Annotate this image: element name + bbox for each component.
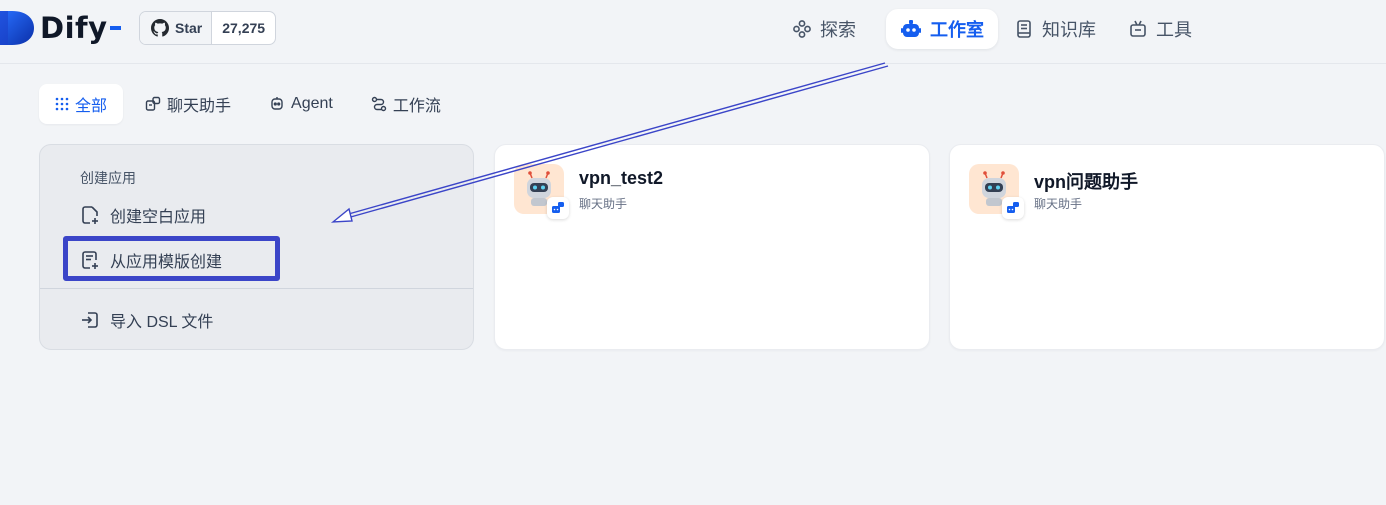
explore-icon xyxy=(793,20,811,38)
top-header: Dify Star 27,275 探索 工作室 知识库 工具 xyxy=(0,0,1386,64)
nav-item-knowledge[interactable]: 知识库 xyxy=(1000,9,1110,49)
tab-workflow[interactable]: 工作流 xyxy=(355,84,457,124)
tab-agent[interactable]: Agent xyxy=(253,84,349,124)
dify-logo-mark-icon xyxy=(0,11,34,45)
import-dsl-label: 导入 DSL 文件 xyxy=(110,314,214,331)
nav-item-studio-label: 工作室 xyxy=(930,20,984,40)
tab-all[interactable]: 全部 xyxy=(39,84,124,124)
tab-agent-label: Agent xyxy=(291,95,333,112)
chat-badge-icon xyxy=(1002,197,1024,219)
book-icon xyxy=(1017,20,1031,38)
create-app-title: 创建应用 xyxy=(80,170,136,186)
main-nav: 探索 工作室 知识库 工具 xyxy=(778,9,1206,49)
nav-item-tools[interactable]: 工具 xyxy=(1114,9,1206,49)
create-blank-app-button[interactable]: 创建空白应用 xyxy=(80,203,206,227)
logo-cursor xyxy=(109,26,121,30)
github-star-label-area[interactable]: Star xyxy=(140,12,213,44)
file-plus-icon xyxy=(82,206,98,224)
create-blank-app-label: 创建空白应用 xyxy=(110,209,207,226)
agent-icon xyxy=(271,97,283,110)
nav-item-tools-label: 工具 xyxy=(1156,20,1192,40)
app-type-tabs: 全部 聊天助手 Agent 工作流 xyxy=(39,84,457,124)
workflow-icon xyxy=(371,96,387,112)
nav-item-studio[interactable]: 工作室 xyxy=(886,9,998,49)
dify-logo-text: Dify xyxy=(40,11,108,45)
app-card[interactable]: vpn_test2 聊天助手 xyxy=(494,144,930,350)
nav-item-explore[interactable]: 探索 xyxy=(778,9,870,49)
tab-chat-assistant-label: 聊天助手 xyxy=(167,98,232,115)
app-name: vpn_test2 xyxy=(579,168,664,188)
create-card-divider xyxy=(40,288,473,289)
chat-badge-icon xyxy=(547,197,569,219)
app-card[interactable]: vpn问题助手 聊天助手 xyxy=(949,144,1385,350)
grid-icon xyxy=(55,97,69,111)
import-dsl-button[interactable]: 导入 DSL 文件 xyxy=(80,308,213,332)
app-type: 聊天助手 xyxy=(579,197,628,211)
robot-icon xyxy=(901,20,921,37)
github-star-count[interactable]: 27,275 xyxy=(212,12,275,44)
github-icon xyxy=(151,19,169,37)
tab-workflow-label: 工作流 xyxy=(392,98,441,115)
import-icon xyxy=(82,312,98,328)
tab-chat-assistant[interactable]: 聊天助手 xyxy=(129,84,247,124)
dify-logo[interactable]: Dify xyxy=(0,10,121,46)
tools-icon xyxy=(1130,20,1146,37)
app-type: 聊天助手 xyxy=(1034,197,1083,211)
app-name: vpn问题助手 xyxy=(1034,172,1139,192)
annotation-highlight-box xyxy=(63,236,280,281)
chat-icon xyxy=(145,96,161,111)
github-star-text: Star xyxy=(175,20,203,36)
nav-item-explore-label: 探索 xyxy=(820,20,856,40)
github-star-button[interactable]: Star 27,275 xyxy=(139,11,277,45)
nav-item-knowledge-label: 知识库 xyxy=(1042,20,1096,40)
tab-all-label: 全部 xyxy=(75,98,108,115)
